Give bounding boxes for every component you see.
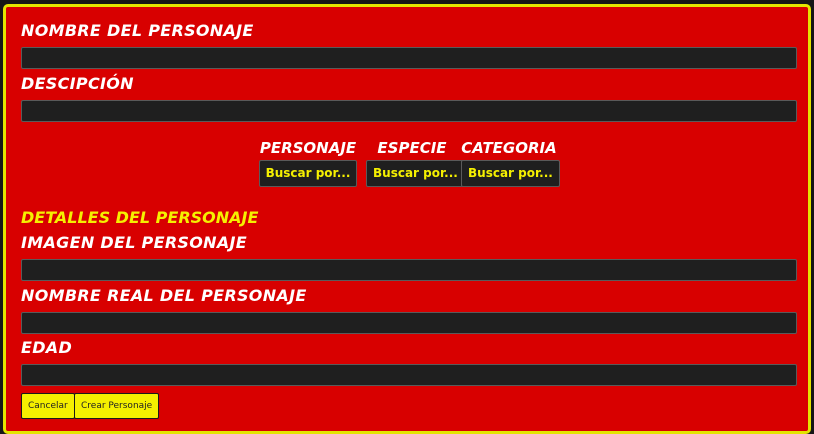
real-name-input[interactable] xyxy=(21,312,797,334)
filter-categoria: CATEGORIA Buscar por... xyxy=(461,139,560,187)
name-input[interactable] xyxy=(21,47,797,69)
details-section-title: DETALLES DEL PERSONAJE xyxy=(21,208,259,227)
filter-categoria-label: CATEGORIA xyxy=(461,139,557,157)
real-name-label: NOMBRE REAL DEL PERSONAJE xyxy=(21,286,307,305)
filter-especie: ESPECIE Buscar por... xyxy=(366,139,465,187)
image-input[interactable] xyxy=(21,259,797,281)
filter-personaje-label: PERSONAJE xyxy=(259,139,357,157)
name-label: NOMBRE DEL PERSONAJE xyxy=(21,21,254,40)
age-input[interactable] xyxy=(21,364,797,386)
character-form-panel: NOMBRE DEL PERSONAJE DESCIPCIÓN PERSONAJ… xyxy=(3,4,811,434)
filter-categoria-select[interactable]: Buscar por... xyxy=(461,160,560,187)
filter-especie-select[interactable]: Buscar por... xyxy=(366,160,465,187)
filter-personaje-select[interactable]: Buscar por... xyxy=(258,160,358,187)
description-label: DESCIPCIÓN xyxy=(21,74,134,93)
image-label: IMAGEN DEL PERSONAJE xyxy=(21,233,248,252)
filter-especie-label: ESPECIE xyxy=(377,139,447,157)
create-character-button[interactable]: Crear Personaje xyxy=(74,393,160,419)
age-label: EDAD xyxy=(21,338,73,357)
description-input[interactable] xyxy=(21,100,797,122)
filter-personaje: PERSONAJE Buscar por... xyxy=(258,139,358,187)
cancel-button[interactable]: Cancelar xyxy=(21,393,75,419)
